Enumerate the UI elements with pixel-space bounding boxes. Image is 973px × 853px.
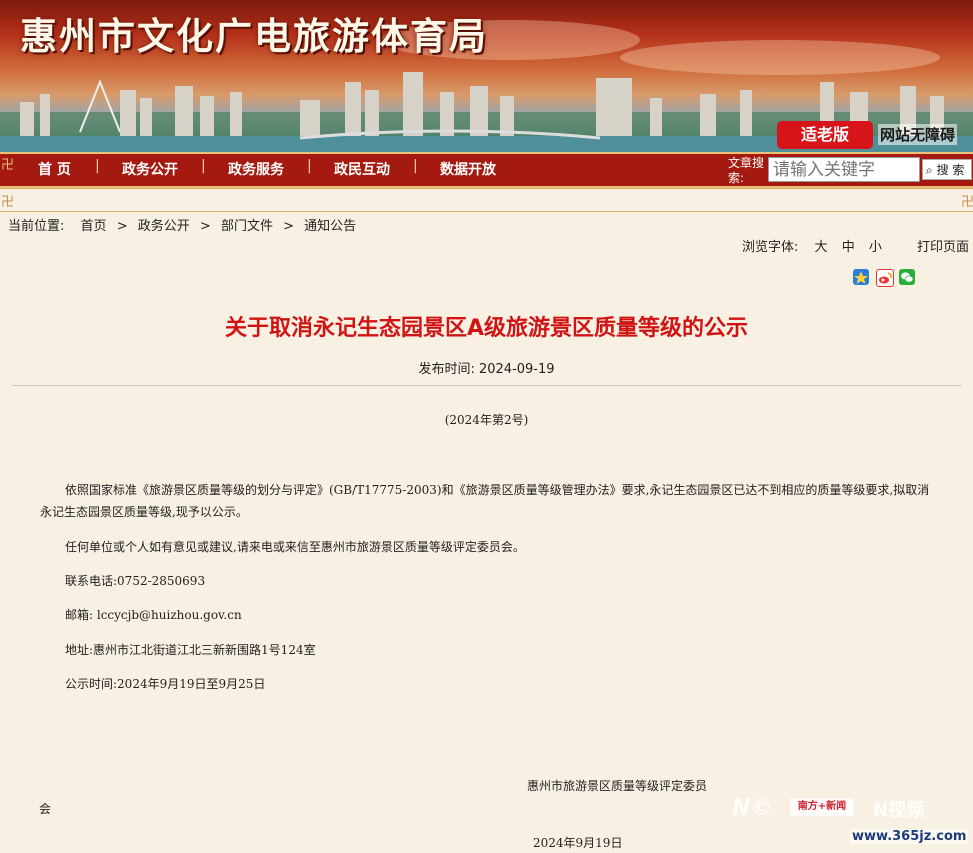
watermark-nvideo: N视频 — [873, 800, 925, 821]
elderly-mode-button[interactable]: 适老版 — [777, 121, 873, 149]
qzone-icon[interactable] — [853, 269, 869, 285]
watermark-site: www.365jz.com — [850, 829, 969, 844]
decorative-band: 卍 卍 — [0, 188, 973, 212]
watermark-logo: N© — [732, 796, 773, 821]
breadcrumb-separator: > — [199, 219, 211, 234]
notice-period: 公示时间:2024年9月19日至9月25日 — [65, 677, 266, 691]
nav-item-home[interactable]: 首 页 — [38, 159, 71, 179]
nav-separator: | — [413, 158, 418, 174]
nav-item-gov-affairs[interactable]: 政务公开 — [122, 159, 178, 179]
nav-item-gov-services[interactable]: 政务服务 — [228, 159, 284, 179]
corner-ornament-icon: 卍 — [961, 195, 973, 210]
nav-item-open-data[interactable]: 数据开放 — [440, 159, 496, 179]
breadcrumb-prefix: 当前位置: — [8, 219, 65, 234]
signature-date: 2024年9月19日 — [533, 836, 623, 850]
nav-separator: | — [307, 158, 312, 174]
print-page-link[interactable]: 打印页面 — [917, 236, 969, 255]
contact-address: 地址:惠州市江北街道江北三新新围路1号124室 — [65, 643, 316, 657]
signature-org: 惠州市旅游景区质量等级评定委员 — [527, 779, 708, 793]
breadcrumb-home[interactable]: 首页 — [81, 219, 107, 234]
article-paragraph: 依照国家标准《旅游景区质量等级的划分与评定》(GB/T17775-2003)和《… — [40, 483, 930, 519]
font-small-button[interactable]: 小 — [869, 240, 882, 255]
breadcrumb-separator: > — [116, 219, 128, 234]
breadcrumb-separator: > — [283, 219, 294, 234]
wechat-icon[interactable] — [899, 269, 915, 285]
article-paragraph: 任何单位或个人如有意见或建议,请来电或来信至惠州市旅游景区质量等级评定委员会。 — [65, 540, 525, 554]
main-nav: 卍 首 页 | 政务公开 | 政务服务 | 政民互动 | 数据开放 文章搜索: … — [0, 152, 973, 188]
breadcrumb: 当前位置: 首页 > 政务公开 > 部门文件 > 通知公告 — [8, 215, 362, 234]
search-button[interactable]: ⌕ 搜 索 — [922, 159, 972, 180]
font-size-controls: 浏览字体: 大 中 小 — [742, 236, 892, 255]
breadcrumb-notices[interactable]: 通知公告 — [304, 219, 356, 234]
breadcrumb-gov-affairs[interactable]: 政务公开 — [138, 219, 190, 234]
search-label: 文章搜索: — [728, 156, 765, 185]
breadcrumb-dept-docs[interactable]: 部门文件 — [221, 219, 273, 234]
corner-ornament-icon: 卍 — [1, 158, 15, 173]
search-input[interactable] — [768, 157, 920, 182]
font-size-label: 浏览字体: — [742, 240, 799, 255]
divider — [12, 385, 962, 386]
banner-cloud — [620, 40, 940, 75]
nav-separator: | — [95, 158, 100, 174]
watermark-logo-tag: 南方+新闻 — [790, 798, 854, 816]
contact-phone: 联系电话:0752-2850693 — [65, 574, 206, 588]
article-title: 关于取消永记生态园景区A级旅游景区质量等级的公示 — [224, 316, 749, 341]
signature-org-continued: 会 — [39, 802, 52, 816]
nav-item-interaction[interactable]: 政民互动 — [334, 159, 390, 179]
site-title: 惠州市文化广电旅游体育局 — [20, 14, 488, 58]
search-icon: ⌕ — [926, 163, 933, 177]
font-large-button[interactable]: 大 — [815, 240, 828, 255]
search-button-label: 搜 索 — [936, 163, 965, 177]
font-medium-button[interactable]: 中 — [842, 240, 855, 255]
accessibility-link[interactable]: 网站无障碍 — [878, 124, 958, 145]
nav-separator: | — [201, 158, 206, 174]
weibo-icon[interactable] — [876, 269, 894, 287]
publish-time: 发布时间: 2024-09-19 — [418, 362, 555, 377]
contact-email: 邮箱: lccycjb@huizhou.gov.cn — [65, 608, 242, 622]
document-number: (2024年第2号) — [444, 413, 529, 427]
corner-ornament-icon: 卍 — [1, 195, 15, 210]
header-banner: 惠州市文化广电旅游体育局 适老版 网站无障碍 — [0, 0, 973, 152]
